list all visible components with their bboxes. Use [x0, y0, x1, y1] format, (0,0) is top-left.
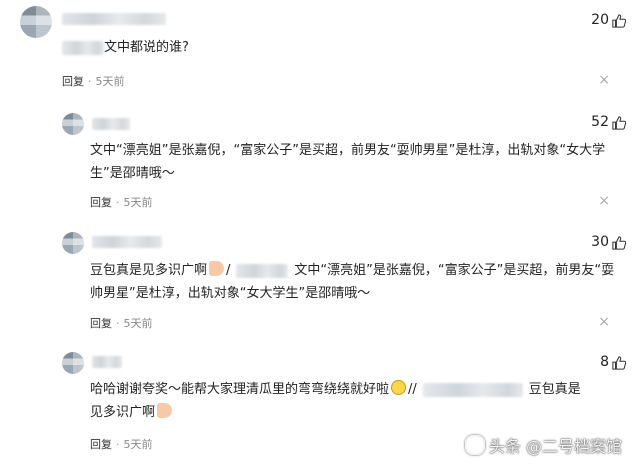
avatar[interactable] [20, 6, 52, 38]
close-icon[interactable]: × [598, 194, 610, 208]
avatar[interactable] [62, 113, 84, 135]
thumbs-up-icon[interactable] [612, 116, 626, 130]
thumbs-up-icon[interactable] [612, 356, 626, 370]
watermark: 头条 @二号档案馆 [464, 433, 622, 457]
avatar[interactable] [62, 232, 84, 254]
timestamp: 5天前 [123, 438, 153, 451]
reply-button[interactable]: 回复 [90, 196, 112, 209]
timestamp: 5天前 [123, 196, 153, 209]
comment-text: 文中都说的谁? [62, 36, 189, 59]
reply-button[interactable]: 回复 [62, 75, 84, 88]
comment-meta: 回复 · 5天前 [90, 436, 153, 452]
close-icon[interactable]: × [598, 73, 610, 87]
mention[interactable] [62, 40, 104, 55]
separator-dot: · [116, 438, 120, 451]
separator-dot: · [88, 75, 92, 88]
comment: 30 豆包真是见多识广啊 / 文中“漂亮姐”是张嘉倪，“富家公子”是买超，前男友“耍… [0, 226, 640, 346]
separator-dot: · [116, 317, 120, 330]
username[interactable] [92, 118, 130, 130]
comment-meta: 回复 · 5天前 [62, 73, 125, 89]
like-count: 20 [591, 12, 609, 28]
comment: 52 文中“漂亮姐”是张嘉倪，“富家公子”是买超，前男友“耍帅男星”是杜淳，出轨… [0, 105, 640, 225]
like-count: 8 [600, 354, 609, 370]
avatar[interactable] [62, 352, 84, 374]
close-icon[interactable]: × [598, 315, 610, 329]
reply-button[interactable]: 回复 [90, 317, 112, 330]
like-count: 52 [591, 114, 609, 130]
thumbs-up-icon[interactable] [612, 14, 626, 28]
thumbs-up-emoji [209, 261, 225, 276]
mention[interactable] [236, 263, 289, 278]
username[interactable] [62, 13, 166, 25]
reply-button[interactable]: 回复 [90, 438, 112, 451]
timestamp: 5天前 [95, 75, 125, 88]
separator-dot: · [116, 196, 120, 209]
smile-emoji [391, 380, 407, 395]
comment: 20 文中都说的谁? 回复 · 5天前 × [0, 0, 640, 95]
like-count: 30 [591, 234, 609, 250]
comment-meta: 回复 · 5天前 [90, 315, 153, 331]
comment-meta: 回复 · 5天前 [90, 194, 153, 210]
camera-icon [464, 435, 485, 455]
username[interactable] [92, 356, 122, 368]
thumbs-up-icon[interactable] [612, 236, 626, 250]
timestamp: 5天前 [123, 317, 153, 330]
username[interactable] [92, 236, 162, 248]
thumbs-up-emoji [157, 403, 173, 418]
mention[interactable] [422, 382, 523, 397]
comment-text: 文中“漂亮姐”是张嘉倪，“富家公子”是买超，前男友“耍帅男星”是杜淳，出轨对象“… [90, 143, 606, 181]
comment-text: 豆包真是见多识广啊 / 文中“漂亮姐”是张嘉倪，“富家公子”是买超，前男友“耍帅男星… [90, 261, 615, 301]
comment-text: 哈哈谢谢夸奖～能帮大家理清瓜里的弯弯绕绕就好啦//豆包真是见多识广啊 [90, 380, 581, 420]
